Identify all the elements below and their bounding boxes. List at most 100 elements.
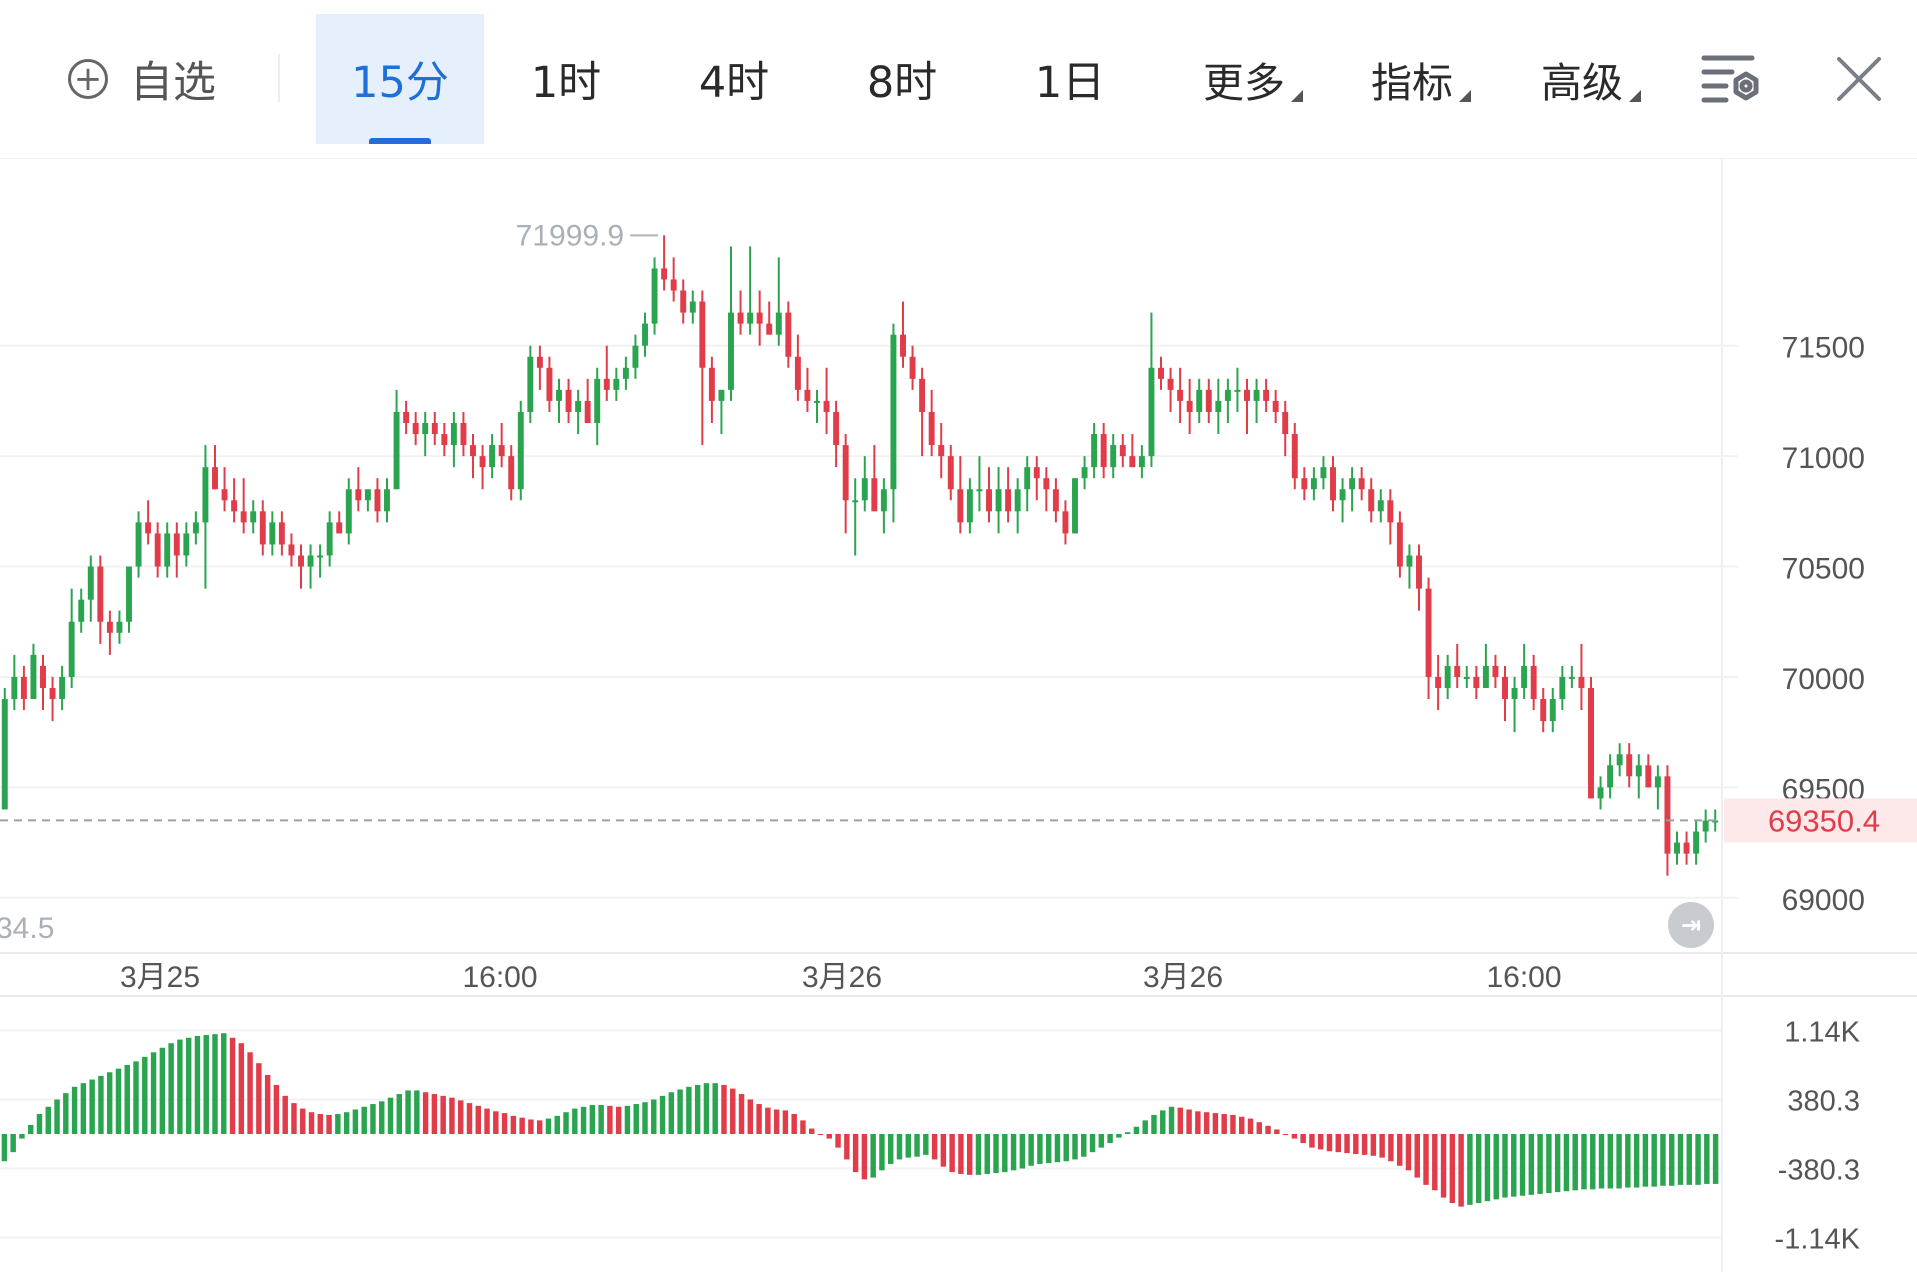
add-to-watchlist-button[interactable]: + 自选: [68, 14, 238, 144]
candle: [689, 290, 696, 324]
macd-bar: [624, 1105, 631, 1134]
candle: [1301, 467, 1308, 501]
candle: [1167, 367, 1174, 412]
more-intervals-dropdown[interactable]: 更多: [1188, 14, 1318, 144]
interval-tab-8h[interactable]: 8时: [836, 14, 968, 144]
candle: [775, 257, 782, 346]
candle: [1234, 367, 1241, 412]
macd-bar: [168, 1043, 174, 1134]
candle: [59, 665, 66, 711]
high-price-label: 71999.9: [516, 219, 624, 252]
candle: [1091, 423, 1098, 479]
candle: [1224, 378, 1231, 423]
macd-bar: [1274, 1129, 1280, 1134]
macd-bar: [615, 1106, 622, 1134]
watchlist-label: 自选: [130, 58, 216, 108]
chart-settings-button[interactable]: [1696, 44, 1766, 114]
macd-bar: [686, 1086, 692, 1134]
price-chart[interactable]: 71500710007050070000695006900071999.934.…: [0, 158, 1917, 1272]
candle: [852, 478, 859, 556]
macd-bar: [1028, 1134, 1034, 1166]
interval-label: 8时: [866, 58, 938, 108]
dropdown-corner-icon: [1459, 90, 1471, 102]
macd-bar: [150, 1052, 157, 1134]
macd-bar: [449, 1097, 455, 1134]
candle: [1110, 434, 1117, 479]
macd-bar: [1712, 1134, 1719, 1184]
macd-bar: [747, 1099, 754, 1134]
candle: [40, 654, 46, 711]
candle: [68, 588, 75, 688]
candle: [489, 434, 496, 479]
macd-bar: [115, 1068, 122, 1134]
macd-bar: [510, 1115, 517, 1134]
toolbar-divider: [278, 54, 280, 102]
candle: [78, 588, 85, 633]
interval-tab-15m[interactable]: 15分: [316, 14, 484, 144]
candle: [546, 356, 553, 412]
dropdown-corner-icon: [1629, 90, 1641, 102]
macd-bar: [835, 1134, 841, 1148]
macd-bar: [1546, 1134, 1552, 1194]
candle: [556, 378, 562, 423]
macd-bar: [1300, 1134, 1306, 1144]
macd-bar: [475, 1105, 481, 1134]
macd-bar: [247, 1052, 253, 1134]
candle: [957, 456, 964, 534]
macd-bar: [633, 1104, 639, 1134]
interval-label: 1时: [530, 58, 602, 108]
candle: [1693, 820, 1700, 865]
candle: [1568, 665, 1575, 688]
macd-bar: [554, 1115, 560, 1134]
macd-bar: [80, 1083, 87, 1134]
scroll-to-latest-button[interactable]: ⇥: [1668, 902, 1714, 948]
candle: [1205, 378, 1212, 423]
candle: [642, 312, 648, 357]
macd-bar: [45, 1106, 51, 1134]
candle: [1607, 754, 1614, 799]
macd-bar: [1344, 1134, 1350, 1154]
candle: [613, 367, 620, 401]
close-button[interactable]: [1824, 44, 1894, 114]
candle: [1377, 489, 1384, 523]
candle: [1702, 809, 1709, 843]
time-tick-label: 16:00: [1486, 961, 1561, 994]
macd-bar: [1598, 1134, 1605, 1189]
macd-bar: [142, 1056, 148, 1134]
dropdown-corner-icon: [1291, 90, 1303, 102]
macd-bar: [1405, 1134, 1412, 1171]
macd-bar: [887, 1134, 894, 1164]
time-tick-label: 3月26: [1143, 961, 1223, 994]
candle: [842, 434, 849, 534]
macd-bar: [1475, 1134, 1482, 1203]
macd-bar: [852, 1134, 859, 1173]
macd-bar: [966, 1134, 973, 1175]
indicators-dropdown[interactable]: 指标: [1356, 14, 1486, 144]
candle: [1502, 665, 1508, 722]
macd-bar: [335, 1114, 341, 1134]
interval-tab-4h[interactable]: 4时: [668, 14, 800, 144]
candle: [221, 467, 228, 512]
macd-bar: [773, 1109, 780, 1134]
macd-bar: [730, 1088, 736, 1134]
candle: [785, 301, 792, 368]
macd-bar: [1379, 1134, 1385, 1158]
interval-tab-1d[interactable]: 1日: [1004, 14, 1136, 144]
candle: [1330, 456, 1336, 512]
macd-bar: [1414, 1134, 1420, 1178]
interval-tab-1h[interactable]: 1时: [500, 14, 632, 144]
candle: [1349, 467, 1356, 512]
macd-bar: [19, 1134, 25, 1139]
macd-bar: [1572, 1134, 1578, 1191]
candle: [1244, 378, 1250, 435]
macd-bar: [1432, 1134, 1438, 1191]
macd-bar: [1581, 1134, 1587, 1190]
macd-bar: [1177, 1107, 1184, 1134]
candle: [97, 555, 104, 644]
candle: [30, 643, 37, 700]
candle: [1320, 456, 1327, 490]
macd-bar: [1186, 1109, 1192, 1134]
candle: [250, 500, 257, 534]
candle: [1052, 478, 1059, 523]
advanced-dropdown[interactable]: 高级: [1526, 14, 1656, 144]
